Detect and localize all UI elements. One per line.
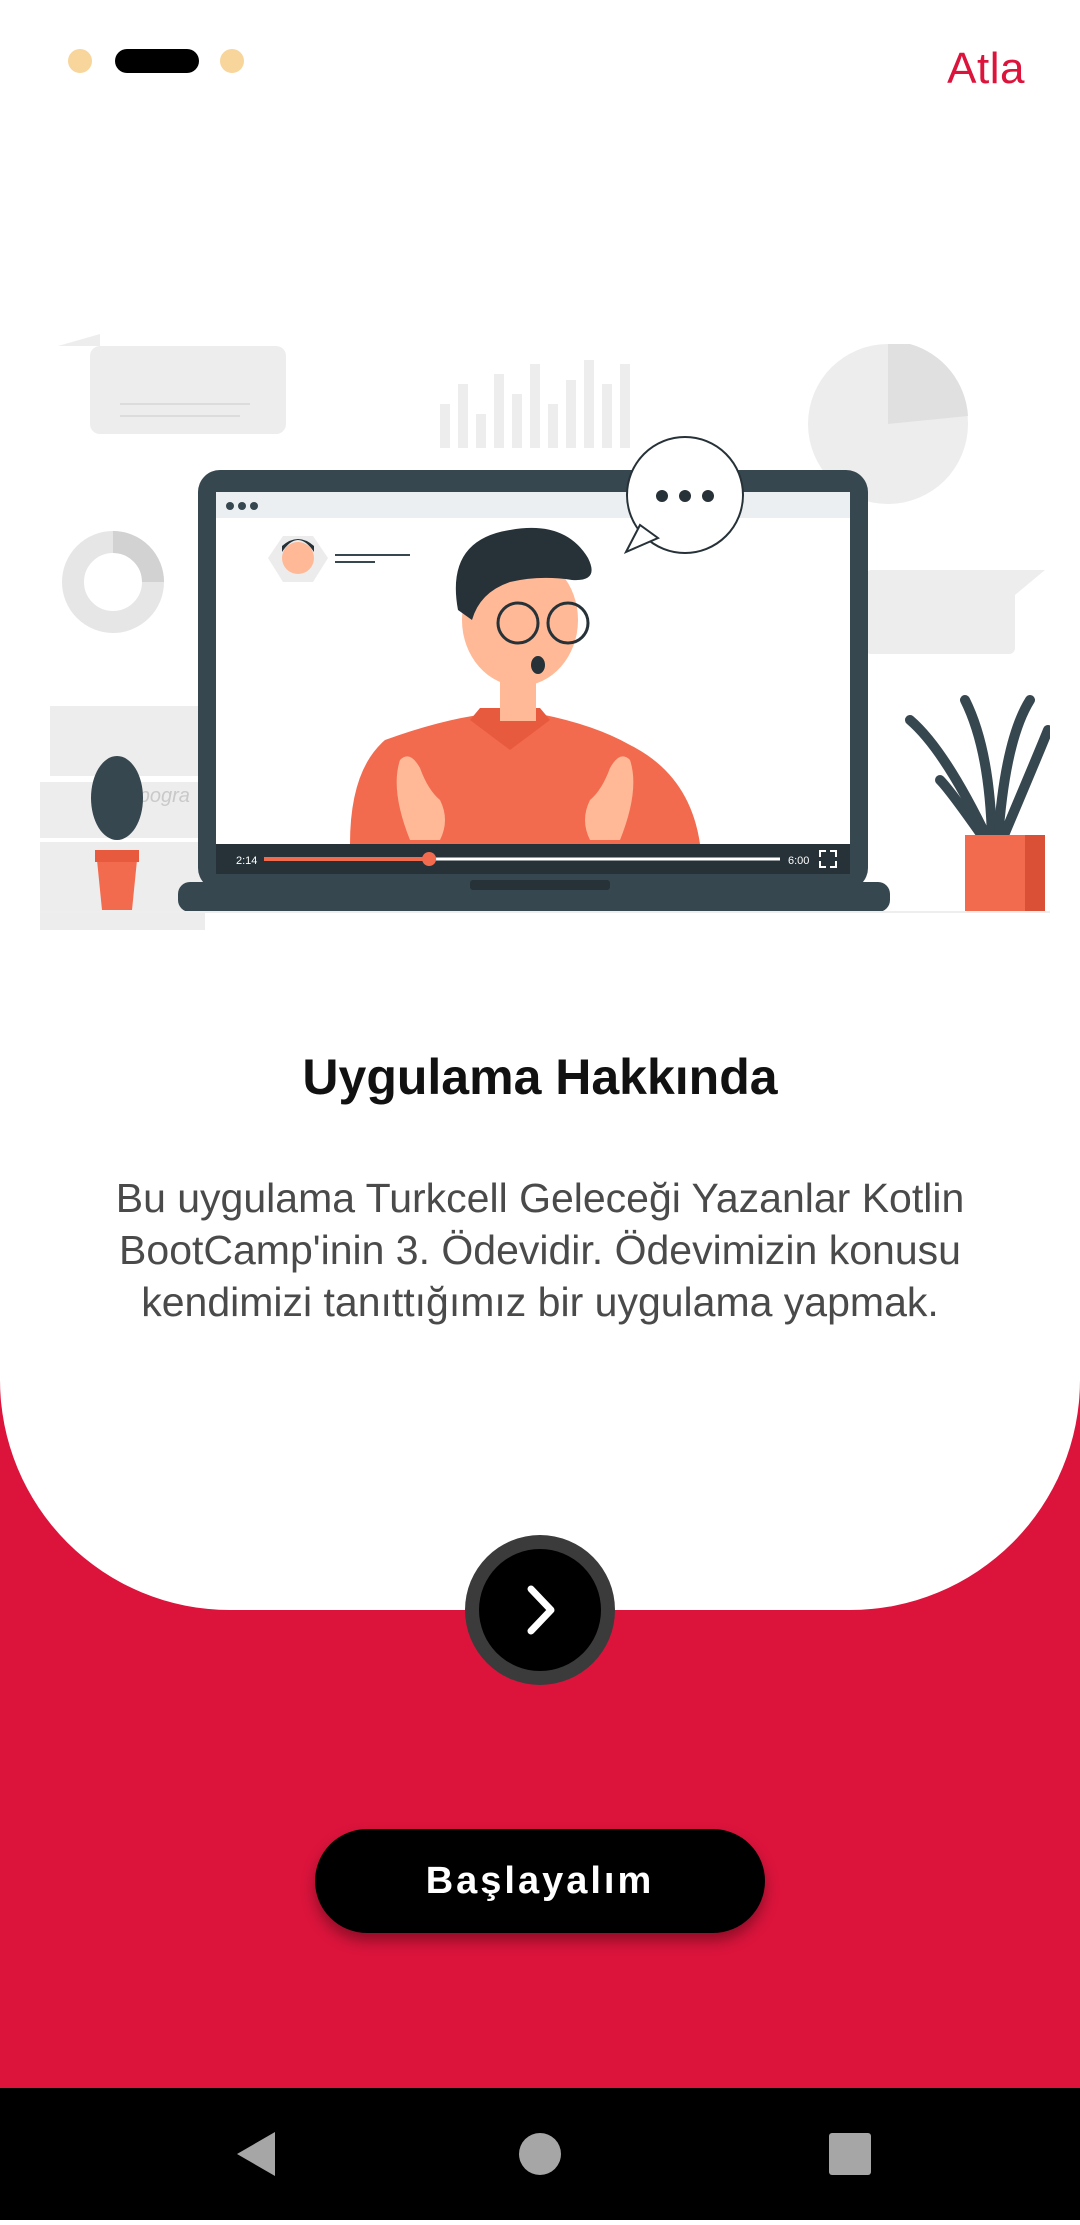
video-call-illustration: Typogra 2:14 6:00	[40, 320, 1053, 934]
page-description: Bu uygulama Turkcell Geleceği Yazanlar K…	[115, 1175, 965, 1325]
start-button[interactable]: Başlayalım	[315, 1829, 765, 1933]
page-dot-1[interactable]	[68, 49, 92, 73]
chevron-right-icon	[527, 1585, 555, 1635]
skip-button[interactable]: Atla	[947, 44, 1025, 94]
system-navigation-bar	[0, 2088, 1080, 2220]
video-elapsed-time: 2:14	[236, 855, 257, 867]
page-title: Uygulama Hakkında	[302, 1049, 778, 1105]
page-dot-2-active[interactable]	[115, 49, 199, 73]
home-circle-icon[interactable]	[480, 2088, 600, 2220]
back-triangle-icon[interactable]	[195, 2088, 315, 2220]
recents-square-icon[interactable]	[790, 2088, 910, 2220]
next-button[interactable]	[465, 1535, 615, 1685]
video-total-time: 6:00	[788, 855, 809, 867]
page-dot-3[interactable]	[220, 49, 244, 73]
